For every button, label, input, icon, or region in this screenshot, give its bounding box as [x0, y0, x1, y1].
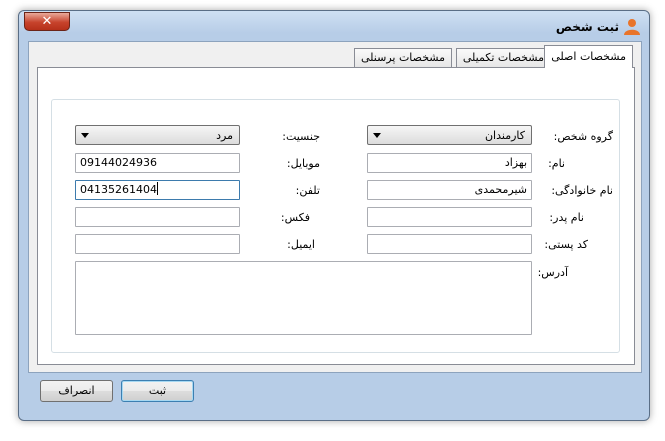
- email-field[interactable]: [75, 234, 240, 254]
- email-label: ایمیل:: [287, 238, 315, 251]
- chevron-down-icon: [81, 133, 89, 138]
- dialog-window: ✕ ثبت شخص مشخصات پرسنلی مشخصات تکمیلی مش…: [18, 10, 650, 421]
- address-textarea[interactable]: [75, 261, 532, 335]
- postal-code-label: کد پستی:: [544, 238, 588, 251]
- postal-code-field[interactable]: [367, 234, 532, 254]
- last-name-label: نام خانوادگی:: [551, 184, 613, 197]
- address-label: آدرس:: [537, 266, 568, 279]
- fax-label: فکس:: [280, 211, 310, 224]
- phone-value: 04135261404: [80, 183, 157, 196]
- father-name-label: نام پدر:: [549, 211, 584, 224]
- tab-personnel-details[interactable]: مشخصات پرسنلی: [353, 48, 452, 67]
- last-name-field[interactable]: شیرمحمدی: [367, 180, 532, 200]
- tab-page-main: گروه شخص: کارمندان جنسیت: مرد نام: بهزاد…: [37, 67, 635, 365]
- cancel-button[interactable]: انصراف: [40, 380, 113, 402]
- phone-label: تلفن:: [295, 184, 320, 197]
- form-group-box: گروه شخص: کارمندان جنسیت: مرد نام: بهزاد…: [51, 99, 620, 353]
- title-bar[interactable]: ✕ ثبت شخص: [19, 11, 649, 41]
- gender-value: مرد: [216, 129, 233, 142]
- person-group-select[interactable]: کارمندان: [367, 125, 532, 145]
- window-title: ثبت شخص: [555, 20, 619, 34]
- text-caret: [156, 182, 158, 195]
- father-name-field[interactable]: [367, 207, 532, 227]
- submit-button[interactable]: ثبت: [121, 380, 194, 402]
- chevron-down-icon: [373, 133, 381, 138]
- phone-field[interactable]: 04135261404: [75, 180, 240, 200]
- user-icon: [624, 19, 640, 35]
- gender-label: جنسیت:: [282, 130, 320, 143]
- dialog-body: مشخصات پرسنلی مشخصات تکمیلی مشخصات اصلی …: [28, 41, 642, 373]
- person-group-value: کارمندان: [484, 129, 525, 142]
- tab-main-details[interactable]: مشخصات اصلی: [544, 45, 633, 68]
- fax-field[interactable]: [75, 207, 240, 227]
- mobile-label: موبایل:: [286, 157, 320, 170]
- close-button[interactable]: ✕: [24, 12, 70, 31]
- first-name-field[interactable]: بهزاد: [367, 153, 532, 173]
- person-group-label: گروه شخص:: [553, 130, 613, 143]
- tab-additional-details[interactable]: مشخصات تکمیلی: [455, 48, 551, 67]
- first-name-label: نام:: [548, 157, 565, 170]
- mobile-field[interactable]: 09144024936: [75, 153, 240, 173]
- gender-select[interactable]: مرد: [75, 125, 240, 145]
